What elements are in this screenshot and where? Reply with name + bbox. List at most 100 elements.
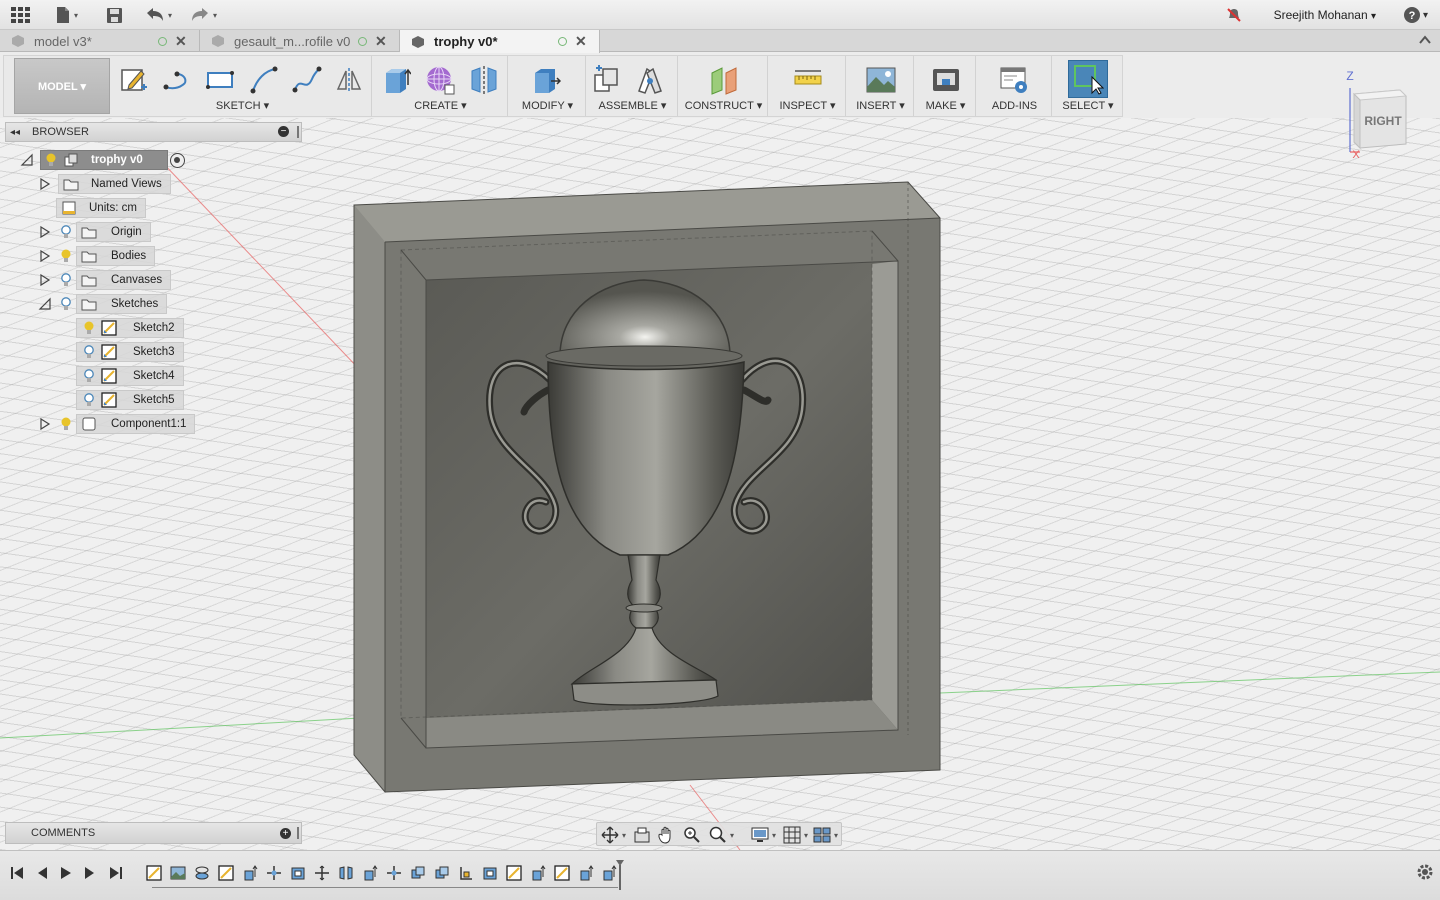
step-back-button[interactable] [34,865,50,881]
tree-root-trophy[interactable]: trophy v0 [20,150,185,170]
go-to-end-button[interactable] [108,865,124,881]
play-button[interactable] [58,865,74,881]
insert-menu[interactable]: INSERT ▾ [848,99,913,112]
timeline-feature-extrude[interactable] [529,864,547,882]
timeline-feature-canvas[interactable] [169,864,187,882]
orbit-tool[interactable]: ▾ [601,825,626,845]
inspect-menu[interactable]: INSPECT ▾ [770,99,845,112]
assemble-menu[interactable]: ASSEMBLE ▾ [588,99,677,112]
canvas-viewport[interactable] [0,118,1440,850]
select-menu[interactable]: SELECT ▾ [1054,99,1122,112]
lightbulb-off-icon[interactable] [79,367,99,385]
timeline-feature-align[interactable] [457,864,475,882]
panel-resize-handle[interactable] [297,126,299,138]
undo-button[interactable]: ▾ [145,5,172,25]
panel-resize-handle[interactable] [297,827,299,839]
apps-grid-button[interactable] [10,5,30,25]
construct-menu[interactable]: CONSTRUCT ▾ [680,99,767,112]
tab-trophy-v0[interactable]: trophy v0* ✕ [400,30,600,53]
close-icon[interactable]: ✕ [575,33,587,50]
collapse-toolbar-button[interactable] [1418,33,1432,50]
create-menu[interactable]: CREATE ▾ [374,99,507,112]
scripts-addins-tool[interactable] [998,64,1030,96]
timeline-feature-extrude[interactable] [361,864,379,882]
tree-item-sketch4[interactable]: Sketch4 [76,366,184,386]
extrude-tool[interactable] [380,64,412,96]
sketch-menu[interactable]: SKETCH ▾ [114,99,371,112]
lightbulb-off-icon[interactable] [79,391,99,409]
expand-triangle-icon[interactable] [38,249,52,263]
tree-item-sketch3[interactable]: Sketch3 [76,342,184,362]
insert-image-tool[interactable] [865,64,897,96]
mirror-sketch-tool[interactable] [333,64,365,96]
expand-triangle-icon[interactable] [38,177,52,191]
redo-button[interactable]: ▾ [190,5,217,25]
close-icon[interactable]: ✕ [375,33,387,50]
new-component-tool[interactable] [590,64,622,96]
expand-triangle-icon[interactable] [38,273,52,287]
timeline-feature-revolve[interactable] [193,864,211,882]
timeline-feature-move[interactable] [313,864,331,882]
timeline-feature-sketch[interactable] [505,864,523,882]
print-3d-tool[interactable] [930,64,962,96]
save-button[interactable] [106,5,123,25]
grid-settings-tool[interactable]: ▾ [783,825,808,845]
spline-tool[interactable] [291,64,323,96]
tab-model-v3[interactable]: model v3* ✕ [0,30,200,52]
close-icon[interactable]: ✕ [175,33,187,50]
file-menu-button[interactable]: ▾ [55,5,78,25]
view-cube-face-label[interactable]: RIGHT [1364,114,1402,128]
timeline-feature-move[interactable] [385,864,403,882]
comments-panel-header[interactable]: COMMENTS + [5,822,302,844]
make-menu[interactable]: MAKE ▾ [916,99,975,112]
addins-menu[interactable]: ADD-INS [978,100,1051,112]
activate-component-icon[interactable] [169,152,185,168]
tree-item-sketch2[interactable]: Sketch2 [76,318,184,338]
modify-menu[interactable]: MODIFY ▾ [510,99,585,112]
tab-gesault-profile[interactable]: gesault_m...rofile v0 ✕ [200,30,400,52]
step-forward-button[interactable] [82,865,98,881]
lightbulb-off-icon[interactable] [79,343,99,361]
timeline-feature-box[interactable] [481,864,499,882]
timeline-feature-mirror[interactable] [337,864,355,882]
timeline-settings-button[interactable] [1416,863,1434,884]
viewports-tool[interactable]: ▾ [813,825,838,845]
tree-item-component1[interactable]: Component1:1 [38,414,196,434]
timeline-feature-move[interactable] [265,864,283,882]
look-at-tool[interactable] [633,825,651,845]
go-to-start-button[interactable] [9,865,25,881]
browser-panel-header[interactable]: ◂◂ BROWSER − [5,122,302,142]
workspace-switcher[interactable]: MODEL ▾ [14,58,110,114]
notifications-button[interactable] [1226,5,1242,25]
timeline-feature-box[interactable] [289,864,307,882]
select-tool[interactable] [1068,60,1108,98]
fit-tool[interactable]: ▾ [709,825,734,845]
joint-tool[interactable] [634,64,666,96]
timeline-feature-sketch[interactable] [217,864,235,882]
press-pull-tool[interactable] [530,64,562,96]
timeline-feature-sketch[interactable] [145,864,163,882]
timeline-marker[interactable] [616,860,624,890]
mirror-tool[interactable] [468,64,500,96]
tree-item-bodies[interactable]: Bodies [38,246,156,266]
view-cube[interactable]: RIGHT Z X [1340,68,1420,161]
tree-item-named-views[interactable]: Named Views [38,174,171,194]
timeline-feature-combine[interactable] [433,864,451,882]
form-tool[interactable] [424,64,456,96]
add-comment-icon[interactable]: + [280,828,291,839]
timeline-feature-extrude[interactable] [241,864,259,882]
lightbulb-on-icon[interactable] [41,151,61,169]
expand-triangle-icon[interactable] [38,417,52,431]
collapse-triangle-icon[interactable] [38,297,52,311]
model-scene[interactable] [0,118,1440,850]
tree-item-sketch5[interactable]: Sketch5 [76,390,184,410]
zoom-tool[interactable] [683,825,701,845]
lightbulb-on-icon[interactable] [56,247,76,265]
offset-plane-tool[interactable] [708,64,740,96]
collapse-browser-icon[interactable]: ◂◂ [10,127,20,138]
user-menu[interactable]: Sreejith Mohanan ▾ [1274,8,1376,22]
rectangle-tool[interactable] [204,64,236,96]
arc-tool[interactable] [248,64,280,96]
tree-item-origin[interactable]: Origin [38,222,151,242]
line-tool[interactable] [160,64,192,96]
